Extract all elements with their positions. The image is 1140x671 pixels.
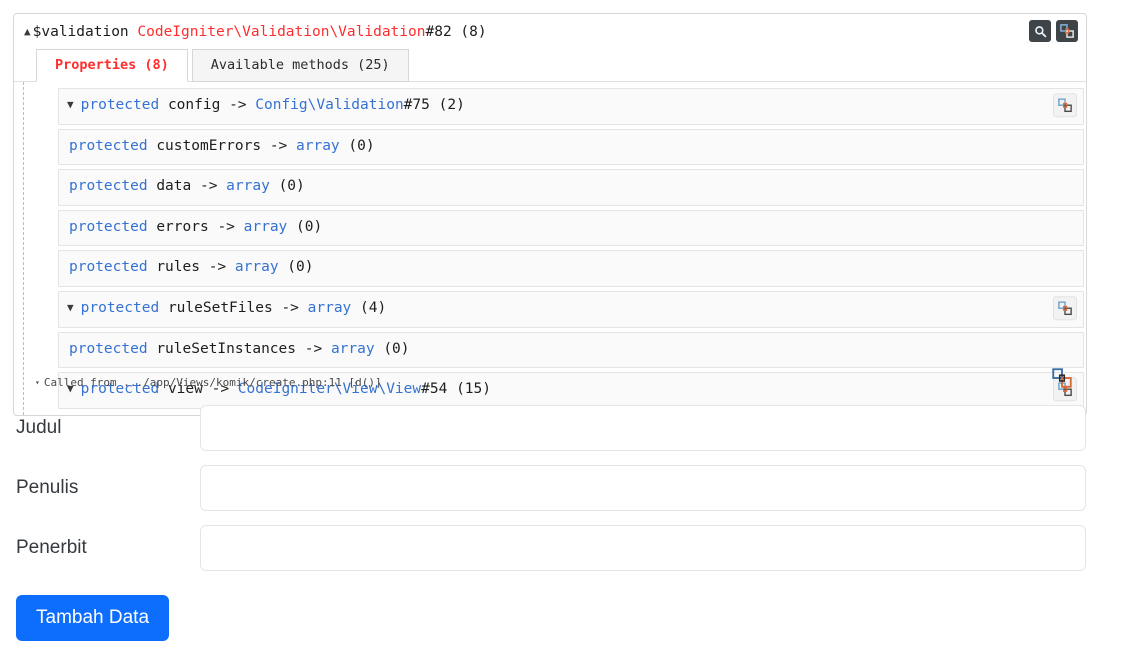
property-modifier: protected <box>80 300 160 317</box>
tab-properties[interactable]: Properties (8) <box>36 49 188 83</box>
property-modifier: protected <box>69 259 148 276</box>
tree-guide-line <box>23 82 24 415</box>
property-row-config[interactable]: ▼ protected config -> Config\Validation#7… <box>58 88 1084 125</box>
property-object-id: #75 <box>403 97 430 114</box>
property-name: ruleSetFiles <box>167 300 273 317</box>
property-name: customErrors <box>156 137 262 154</box>
property-arrow: -> <box>208 259 227 276</box>
expand-row-icon[interactable] <box>1053 296 1077 323</box>
property-row-rules[interactable]: protected rules -> array (0) <box>58 250 1084 288</box>
property-arrow: -> <box>217 218 235 235</box>
search-icon[interactable] <box>1029 20 1051 42</box>
property-name: data <box>156 178 192 195</box>
property-name: rules <box>156 259 200 276</box>
property-list: ▼ protected config -> Config\Validation#7… <box>14 88 1086 409</box>
label-judul: Judul <box>16 417 62 438</box>
label-penerbit: Penerbit <box>16 537 87 558</box>
property-type: array <box>330 340 375 357</box>
properties-tab-panel: ▼ protected config -> Config\Validation#7… <box>14 81 1086 415</box>
judul-input[interactable] <box>200 405 1086 451</box>
property-type: array <box>307 300 352 317</box>
property-count: (4) <box>360 300 387 317</box>
header-icon-group <box>1029 20 1078 42</box>
form-row-penulis: Penulis <box>0 465 1140 511</box>
property-name: errors <box>156 218 209 235</box>
property-type: array <box>243 218 288 235</box>
property-arrow: -> <box>229 97 247 114</box>
variable-name: $validation <box>32 24 129 40</box>
label-penulis: Penulis <box>16 477 79 498</box>
property-count: (0) <box>278 178 305 195</box>
debug-panel-header[interactable]: ▲ $validation CodeIgniter\Validation\Vali… <box>14 14 1086 43</box>
expand-all-icon[interactable] <box>1056 20 1078 42</box>
property-type: array <box>296 137 340 154</box>
property-count: (0) <box>287 259 314 276</box>
kint-debug-panel: ▲ $validation CodeIgniter\Validation\Vali… <box>13 13 1087 416</box>
property-type: array <box>226 178 270 195</box>
property-row-errors[interactable]: protected errors -> array (0) <box>58 209 1084 247</box>
property-arrow: -> <box>199 178 218 195</box>
property-count: (2) <box>438 97 465 114</box>
property-type: array <box>234 259 279 276</box>
property-modifier: protected <box>80 97 160 114</box>
property-arrow: -> <box>281 300 299 317</box>
called-from-text: Called from .../app/Views/komik/create.p… <box>43 376 382 389</box>
form-row-judul: Judul <box>0 405 1140 451</box>
property-row-customerrors[interactable]: protected customErrors -> array (0) <box>58 128 1084 166</box>
expand-caret-icon[interactable]: ▼ <box>67 98 74 113</box>
property-type: Config\Validation <box>255 97 404 114</box>
property-arrow: -> <box>304 340 323 357</box>
property-modifier: protected <box>69 218 148 235</box>
expand-detached-icon[interactable] <box>1052 368 1072 393</box>
property-count: (8) <box>460 24 487 40</box>
property-modifier: protected <box>69 178 148 195</box>
object-id: #82 <box>425 24 452 40</box>
debug-panel-tabs: Properties (8) Available methods (25) <box>14 43 1086 83</box>
expand-row-icon[interactable] <box>1053 93 1077 120</box>
penerbit-input[interactable] <box>200 525 1086 571</box>
tambah-data-button[interactable]: Tambah Data <box>16 595 170 641</box>
property-count: (0) <box>348 137 375 154</box>
class-path: CodeIgniter\Validation\Validation <box>137 24 426 40</box>
expand-caret-icon[interactable]: ▼ <box>67 301 74 316</box>
penulis-input[interactable] <box>200 465 1086 511</box>
called-from-line[interactable]: ▾ Called from .../app/Views/komik/create.… <box>13 374 1087 392</box>
property-modifier: protected <box>69 340 148 357</box>
property-count: (0) <box>296 218 323 235</box>
property-row-rulesetfiles[interactable]: ▼ protected ruleSetFiles -> array (4) <box>58 291 1084 328</box>
called-from-caret-icon[interactable]: ▾ <box>35 378 40 387</box>
property-row-rulesetinstances[interactable]: protected ruleSetInstances -> array (0) <box>58 331 1084 369</box>
property-modifier: protected <box>69 137 148 154</box>
tab-available-methods[interactable]: Available methods (25) <box>191 49 409 83</box>
property-arrow: -> <box>269 137 288 154</box>
form-row-penerbit: Penerbit <box>0 525 1140 571</box>
collapse-caret-icon[interactable]: ▲ <box>24 24 31 40</box>
property-count: (0) <box>383 340 410 357</box>
property-row-data[interactable]: protected data -> array (0) <box>58 169 1084 206</box>
komik-create-form: Judul Penulis Penerbit Tambah Data <box>0 405 1140 641</box>
property-name: config <box>167 97 221 114</box>
property-name: ruleSetInstances <box>156 340 296 357</box>
